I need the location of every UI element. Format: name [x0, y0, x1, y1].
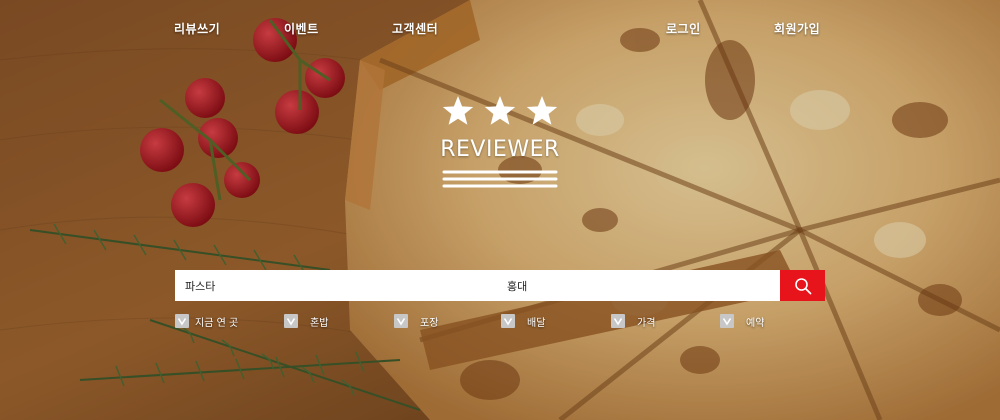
checkbox-checked-icon[interactable]	[284, 314, 298, 328]
filter-label: 지금 연 곳	[195, 317, 239, 329]
filter-delivery[interactable]: 배달	[501, 313, 545, 329]
filter-label: 예약	[746, 317, 765, 329]
nav-customer-center-link[interactable]: 고객센터	[392, 20, 438, 37]
checkbox-checked-icon[interactable]	[501, 314, 515, 328]
logo-text: REVIEWER	[440, 137, 560, 162]
filter-label: 배달	[527, 317, 546, 329]
reviewer-logo[interactable]: REVIEWER	[440, 94, 560, 194]
filter-open-now[interactable]: 지금 연 곳	[175, 313, 238, 329]
filter-label: 가격	[637, 317, 656, 329]
filter-reservation[interactable]: 예약	[720, 313, 764, 329]
filter-solo-dining[interactable]: 혼밥	[284, 313, 328, 329]
top-navigation: 리뷰쓰기 이벤트 고객센터 로그인 회원가입	[0, 0, 1000, 56]
filter-takeout[interactable]: 포장	[394, 313, 438, 329]
filter-price[interactable]: 가격	[611, 313, 655, 329]
nav-write-review-link[interactable]: 리뷰쓰기	[174, 20, 220, 37]
search-keyword-input[interactable]	[175, 270, 497, 301]
search-icon	[794, 277, 811, 294]
search-location-input[interactable]	[497, 270, 780, 301]
filter-label: 혼밥	[310, 317, 329, 329]
filter-options: 지금 연 곳 혼밥 포장 배달 가격 예약	[175, 313, 825, 329]
nav-login-link[interactable]: 로그인	[666, 20, 701, 37]
hero-background-image	[0, 0, 1000, 420]
filter-label: 포장	[420, 317, 439, 329]
checkbox-checked-icon[interactable]	[394, 314, 408, 328]
checkbox-checked-icon[interactable]	[611, 314, 625, 328]
checkbox-checked-icon[interactable]	[720, 314, 734, 328]
nav-event-link[interactable]: 이벤트	[284, 20, 319, 37]
nav-signup-link[interactable]: 회원가입	[774, 20, 820, 37]
checkbox-checked-icon[interactable]	[175, 314, 189, 328]
search-bar	[175, 270, 825, 301]
search-button[interactable]	[780, 270, 825, 301]
